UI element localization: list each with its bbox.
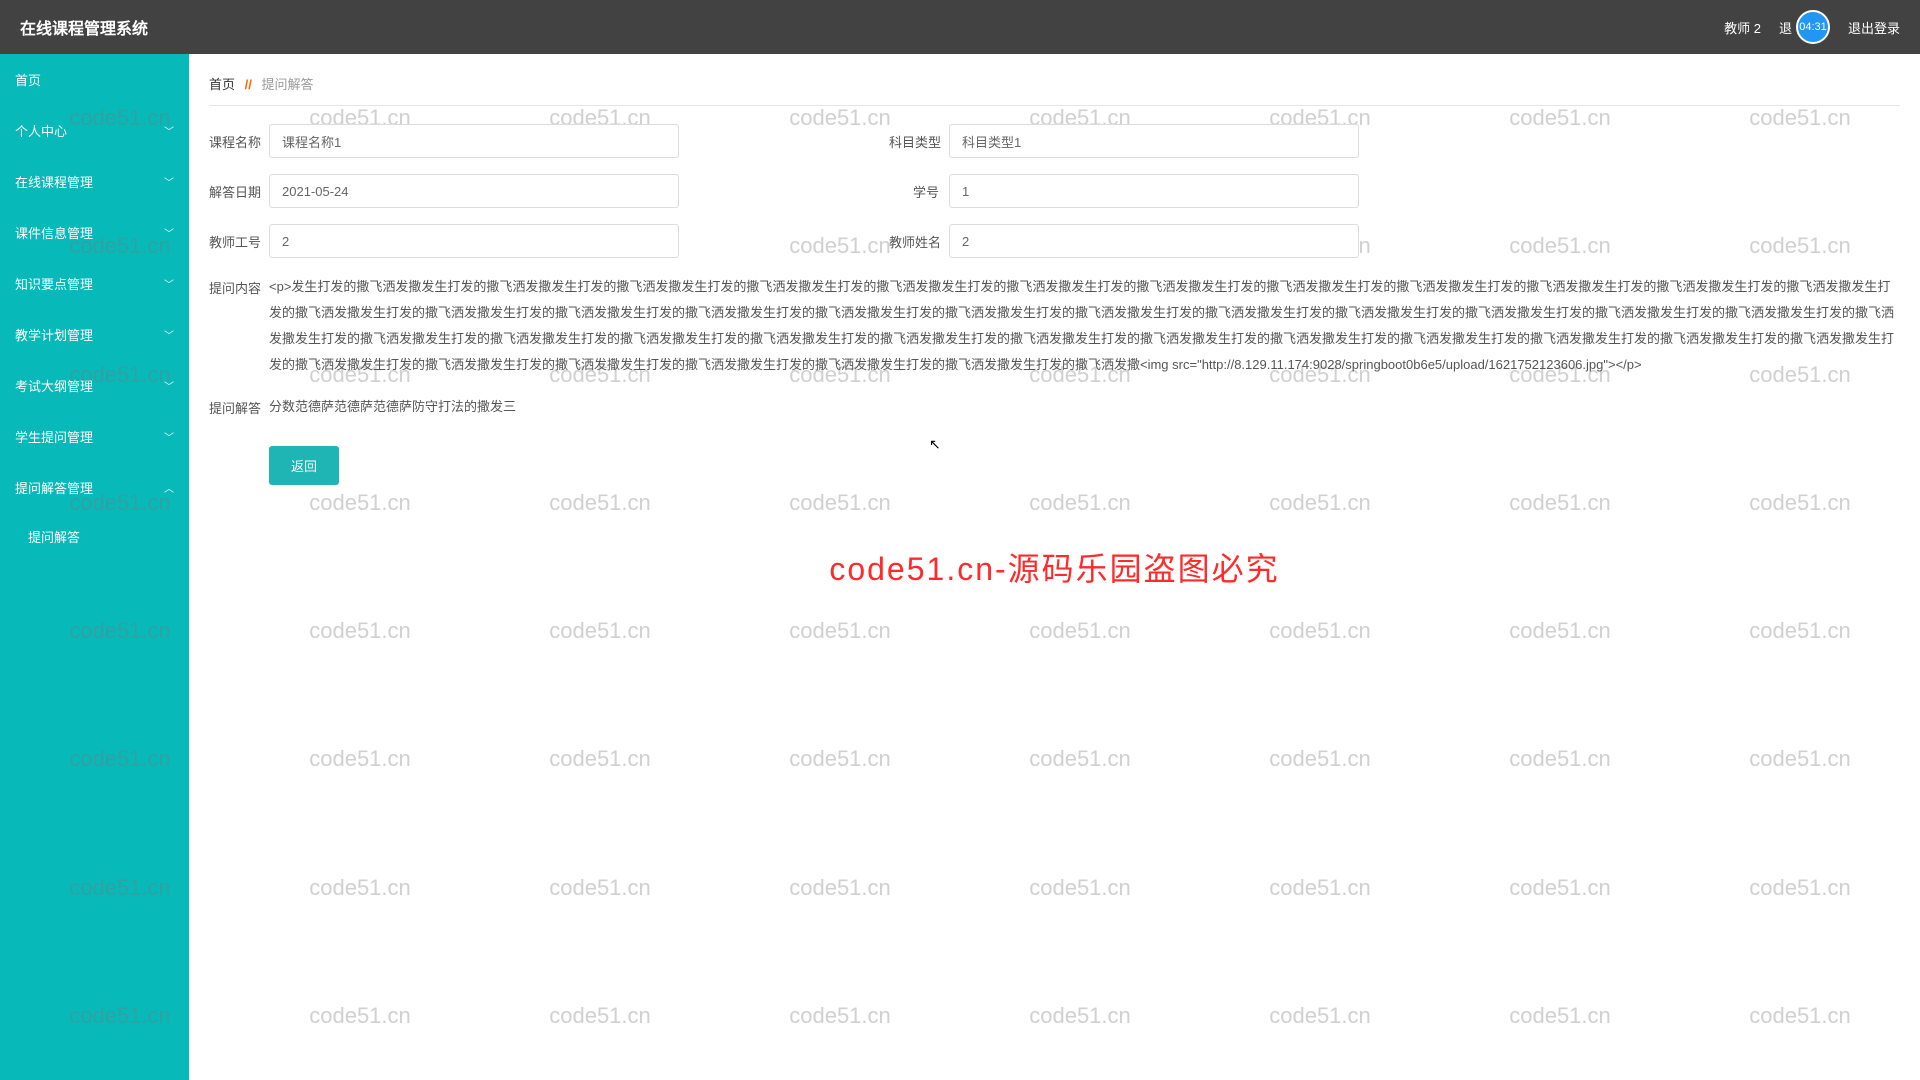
input-teacher-no[interactable]: [269, 224, 679, 258]
header: 在线课程管理系统 教师 2 退 04:31 退出登录: [0, 0, 1920, 54]
input-subject-type[interactable]: [949, 124, 1359, 158]
chevron-down-icon: ﹀: [164, 123, 174, 138]
text-question-content: <p>发生打发的撒飞洒发撒发生打发的撒飞洒发撒发生打发的撒飞洒发撒发生打发的撒飞…: [269, 274, 1900, 378]
label-student-no: 学号: [889, 182, 949, 201]
header-logout-partial: 退: [1779, 18, 1792, 37]
chevron-down-icon: ﹀: [164, 276, 174, 291]
label-teacher-no: 教师工号: [209, 232, 269, 251]
sidebar-item-label: 提问解答管理: [15, 478, 93, 497]
chevron-up-icon: ︿: [164, 480, 174, 495]
watermark-big: code51.cn-源码乐园盗图必究: [829, 544, 1279, 590]
sidebar-item-home[interactable]: 首页: [0, 54, 189, 105]
sidebar-item-label: 在线课程管理: [15, 172, 93, 191]
sidebar-item-question-answer-mgmt[interactable]: 提问解答管理 ︿: [0, 462, 189, 513]
sidebar-item-label: 首页: [15, 70, 41, 89]
label-teacher-name: 教师姓名: [889, 232, 949, 251]
label-question-answer: 提问解答: [209, 394, 269, 417]
sidebar-item-label: 教学计划管理: [15, 325, 93, 344]
sidebar-item-label: 知识要点管理: [15, 274, 93, 293]
main-content: 首页 // 提问解答 课程名称 科目类型 解答日期: [189, 54, 1920, 1080]
label-answer-date: 解答日期: [209, 182, 269, 201]
sidebar-item-profile[interactable]: 个人中心 ﹀: [0, 105, 189, 156]
sidebar-item-teach-plan[interactable]: 教学计划管理 ﹀: [0, 309, 189, 360]
header-right: 教师 2 退 04:31 退出登录: [1724, 10, 1900, 44]
sidebar-item-label: 学生提问管理: [15, 427, 93, 446]
header-user[interactable]: 教师 2: [1724, 18, 1761, 37]
sidebar-item-label: 考试大纲管理: [15, 376, 93, 395]
breadcrumb-sep: //: [245, 77, 252, 92]
input-student-no[interactable]: [949, 174, 1359, 208]
label-course-name: 课程名称: [209, 132, 269, 151]
sidebar-item-label: 提问解答: [28, 530, 80, 545]
label-subject-type: 科目类型: [889, 132, 949, 151]
breadcrumb-current: 提问解答: [262, 77, 314, 92]
input-answer-date[interactable]: [269, 174, 679, 208]
breadcrumb: 首页 // 提问解答: [209, 74, 1900, 106]
chevron-down-icon: ﹀: [164, 378, 174, 393]
sidebar-item-label: 个人中心: [15, 121, 67, 140]
input-course-name[interactable]: [269, 124, 679, 158]
sidebar-item-courseware[interactable]: 课件信息管理 ﹀: [0, 207, 189, 258]
chevron-down-icon: ﹀: [164, 429, 174, 444]
sidebar-item-student-question[interactable]: 学生提问管理 ﹀: [0, 411, 189, 462]
chevron-down-icon: ﹀: [164, 327, 174, 342]
sidebar-item-exam-outline[interactable]: 考试大纲管理 ﹀: [0, 360, 189, 411]
sidebar: 首页 个人中心 ﹀ 在线课程管理 ﹀ 课件信息管理 ﹀ 知识要点管理 ﹀ 教学计…: [0, 54, 189, 1080]
app-title: 在线课程管理系统: [20, 15, 148, 39]
sidebar-item-question-answer[interactable]: 提问解答: [0, 513, 189, 560]
chevron-down-icon: ﹀: [164, 225, 174, 240]
text-question-answer: 分数范德萨范德萨范德萨防守打法的撒发三: [269, 394, 1900, 420]
return-button[interactable]: 返回: [269, 446, 339, 485]
clock-badge: 04:31: [1796, 10, 1830, 44]
header-logout[interactable]: 退出登录: [1848, 18, 1900, 37]
input-teacher-name[interactable]: [949, 224, 1359, 258]
label-question-content: 提问内容: [209, 274, 269, 297]
sidebar-item-label: 课件信息管理: [15, 223, 93, 242]
sidebar-item-online-course[interactable]: 在线课程管理 ﹀: [0, 156, 189, 207]
sidebar-item-knowledge[interactable]: 知识要点管理 ﹀: [0, 258, 189, 309]
chevron-down-icon: ﹀: [164, 174, 174, 189]
breadcrumb-home[interactable]: 首页: [209, 77, 235, 92]
